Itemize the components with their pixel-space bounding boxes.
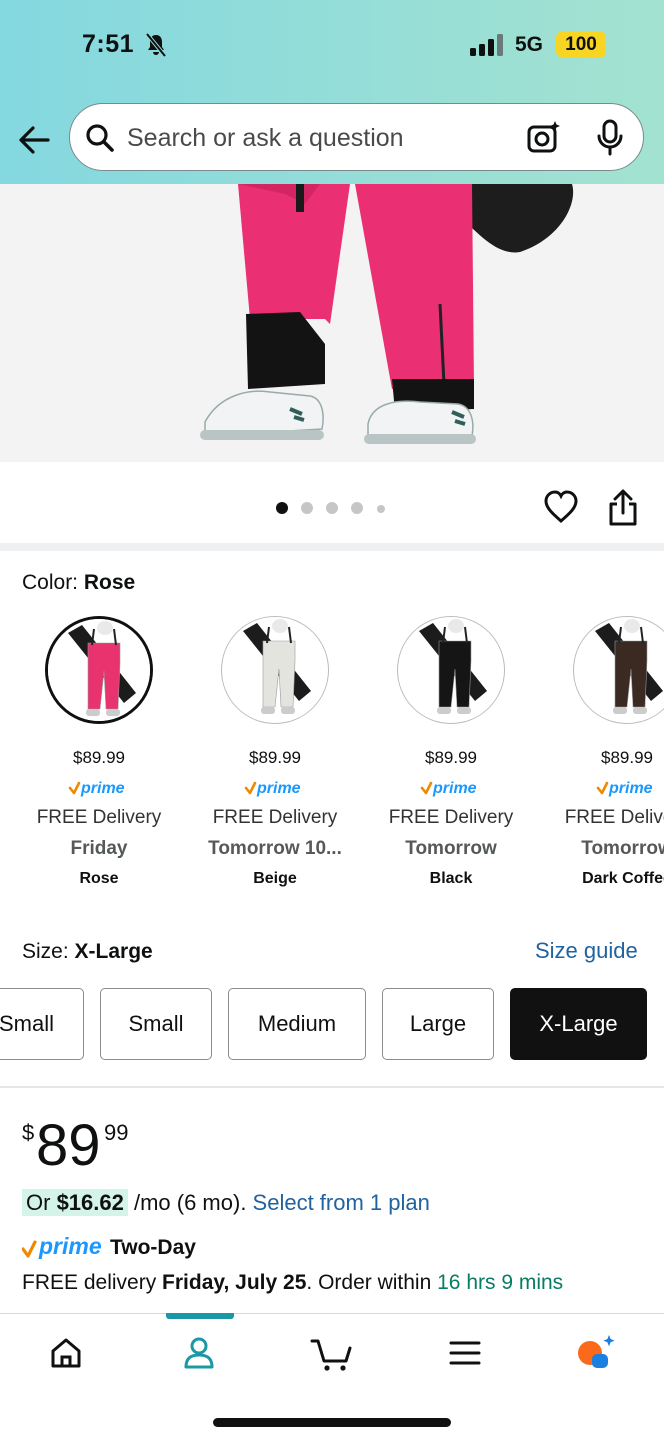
search-icon	[86, 124, 114, 152]
swatch-free-delivery: FREE Delivery	[36, 807, 162, 828]
pagination-dot[interactable]	[351, 502, 363, 514]
monthly-payment: Or $16.62 /mo (6 mo). Select from 1 plan	[22, 1189, 430, 1216]
product-photo	[200, 184, 574, 444]
select-plan-link[interactable]: Select from 1 plan	[253, 1190, 430, 1215]
swatch-price: $89.99	[73, 748, 125, 767]
color-option-black[interactable]: $89.99 prime FREE Delivery Tomorrow Black	[363, 616, 539, 888]
section-divider	[0, 543, 664, 551]
monthly-highlight: Or $16.62	[22, 1189, 128, 1216]
swatch-image	[575, 617, 664, 721]
swatch-color-name: Black	[429, 870, 473, 887]
selected-color: Rose	[83, 571, 136, 594]
swatch-delivery-when: Tomorrow 10...	[208, 838, 342, 859]
size-option-selected[interactable]: X-Large	[510, 988, 647, 1060]
swatch-free-delivery: FREE Delivery	[564, 807, 664, 828]
active-tab-indicator	[166, 1313, 234, 1319]
cart-icon[interactable]	[310, 1333, 354, 1373]
delivery-info: FREE delivery Friday, July 25. Order wit…	[22, 1271, 564, 1294]
size-option[interactable]: Small	[0, 988, 84, 1060]
battery-indicator: 100	[556, 31, 606, 58]
pagination-dot[interactable]	[377, 505, 385, 513]
delivery-date: Friday, July 25	[162, 1271, 307, 1294]
camera-lens-icon[interactable]	[526, 120, 562, 156]
microphone-icon[interactable]	[597, 119, 623, 157]
swatch-prime-badge: prime	[363, 778, 539, 798]
svg-text:prime: prime	[432, 780, 477, 797]
price-fraction: 99	[104, 1120, 129, 1145]
search-input[interactable]	[127, 121, 517, 155]
home-indicator	[213, 1418, 451, 1427]
section-divider	[0, 1086, 664, 1088]
signal-icon	[470, 34, 503, 56]
header: 7:51 5G 100	[0, 0, 664, 184]
svg-text:prime: prime	[38, 1234, 102, 1259]
swatch-price: $89.99	[601, 748, 653, 767]
size-option[interactable]: Small	[100, 988, 212, 1060]
status-time: 7:51	[82, 30, 135, 58]
swatch-free-delivery: FREE Delivery	[212, 807, 338, 828]
order-countdown: 16 hrs 9 mins	[437, 1271, 564, 1294]
color-swatch-thumbnail[interactable]	[221, 616, 329, 724]
rufus-assistant-icon[interactable]	[575, 1333, 619, 1373]
color-swatch-thumbnail[interactable]	[573, 616, 664, 724]
swatch-price: $89.99	[249, 748, 301, 767]
color-option-dark-coffee[interactable]: $89.99 prime FREE Delivery Tomorrow Dark Cof…	[539, 616, 664, 888]
swatch-delivery-when: Tomorrow	[405, 838, 497, 859]
svg-text:prime: prime	[256, 780, 301, 797]
price-whole: 89	[36, 1113, 101, 1178]
svg-text:prime: prime	[608, 780, 653, 797]
share-icon[interactable]	[607, 489, 639, 527]
swatch-price: $89.99	[425, 748, 477, 767]
swatch-prime-badge: prime	[11, 778, 187, 798]
swatch-delivery-when: Friday	[70, 838, 128, 859]
search-bar[interactable]	[69, 103, 644, 171]
heart-icon[interactable]	[543, 490, 579, 524]
color-label: Color: Rose	[22, 571, 136, 594]
bell-off-icon	[145, 32, 167, 58]
prime-logo-icon: prime	[22, 1234, 102, 1259]
prime-logo-icon: prime	[420, 780, 477, 797]
pagination-dot[interactable]	[326, 502, 338, 514]
swatch-color-name: Rose	[79, 870, 119, 887]
pagination-dot[interactable]	[301, 502, 313, 514]
swatch-color-name: Dark Coffee	[582, 870, 664, 887]
home-icon[interactable]	[44, 1333, 88, 1373]
size-option[interactable]: Large	[382, 988, 494, 1060]
swatch-prime-badge: prime	[539, 778, 664, 798]
color-swatch-thumbnail[interactable]	[45, 616, 153, 724]
svg-text:prime: prime	[80, 780, 125, 797]
size-option[interactable]: Medium	[228, 988, 366, 1060]
color-option-beige[interactable]: $89.99 prime FREE Delivery Tomorrow 10... Be…	[187, 616, 363, 888]
swatch-delivery-when: Tomorrow	[581, 838, 664, 859]
pagination-dot-active[interactable]	[276, 502, 288, 514]
size-label: Size: X-Large	[22, 940, 153, 963]
prime-logo-icon: prime	[68, 780, 125, 797]
color-swatch-thumbnail[interactable]	[397, 616, 505, 724]
swatch-color-name: Beige	[253, 870, 297, 887]
delivery-speed: Two-Day	[110, 1236, 196, 1259]
prime-logo-icon: prime	[244, 780, 301, 797]
swatch-free-delivery: FREE Delivery	[388, 807, 514, 828]
price-currency: $	[22, 1120, 35, 1145]
account-icon[interactable]	[177, 1333, 221, 1373]
selected-size: X-Large	[74, 940, 153, 963]
swatch-image	[399, 617, 503, 721]
swatch-prime-badge: prime	[187, 778, 363, 798]
swatch-image	[48, 619, 150, 721]
size-guide-link[interactable]: Size guide	[535, 938, 638, 964]
color-option-rose[interactable]: $89.99 prime FREE Delivery Friday Rose	[11, 616, 187, 888]
prime-logo-icon: prime	[596, 780, 653, 797]
swatch-image	[223, 617, 327, 721]
back-arrow-icon[interactable]	[16, 120, 56, 160]
network-label: 5G	[515, 33, 544, 56]
product-image[interactable]	[0, 184, 664, 462]
menu-icon[interactable]	[443, 1333, 487, 1373]
